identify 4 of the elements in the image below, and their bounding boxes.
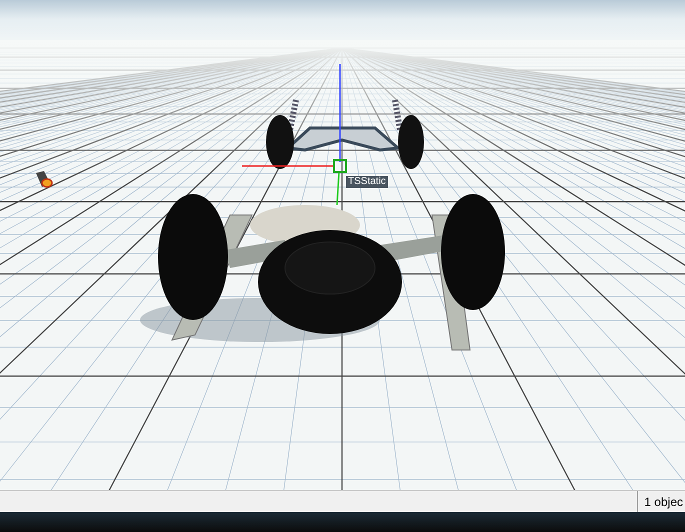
spotlight-icon[interactable] (36, 171, 53, 188)
transform-gizmo-drawing[interactable] (242, 64, 347, 206)
object-label: TSStatic (346, 176, 388, 188)
selection-count: 1 objec (643, 494, 684, 510)
